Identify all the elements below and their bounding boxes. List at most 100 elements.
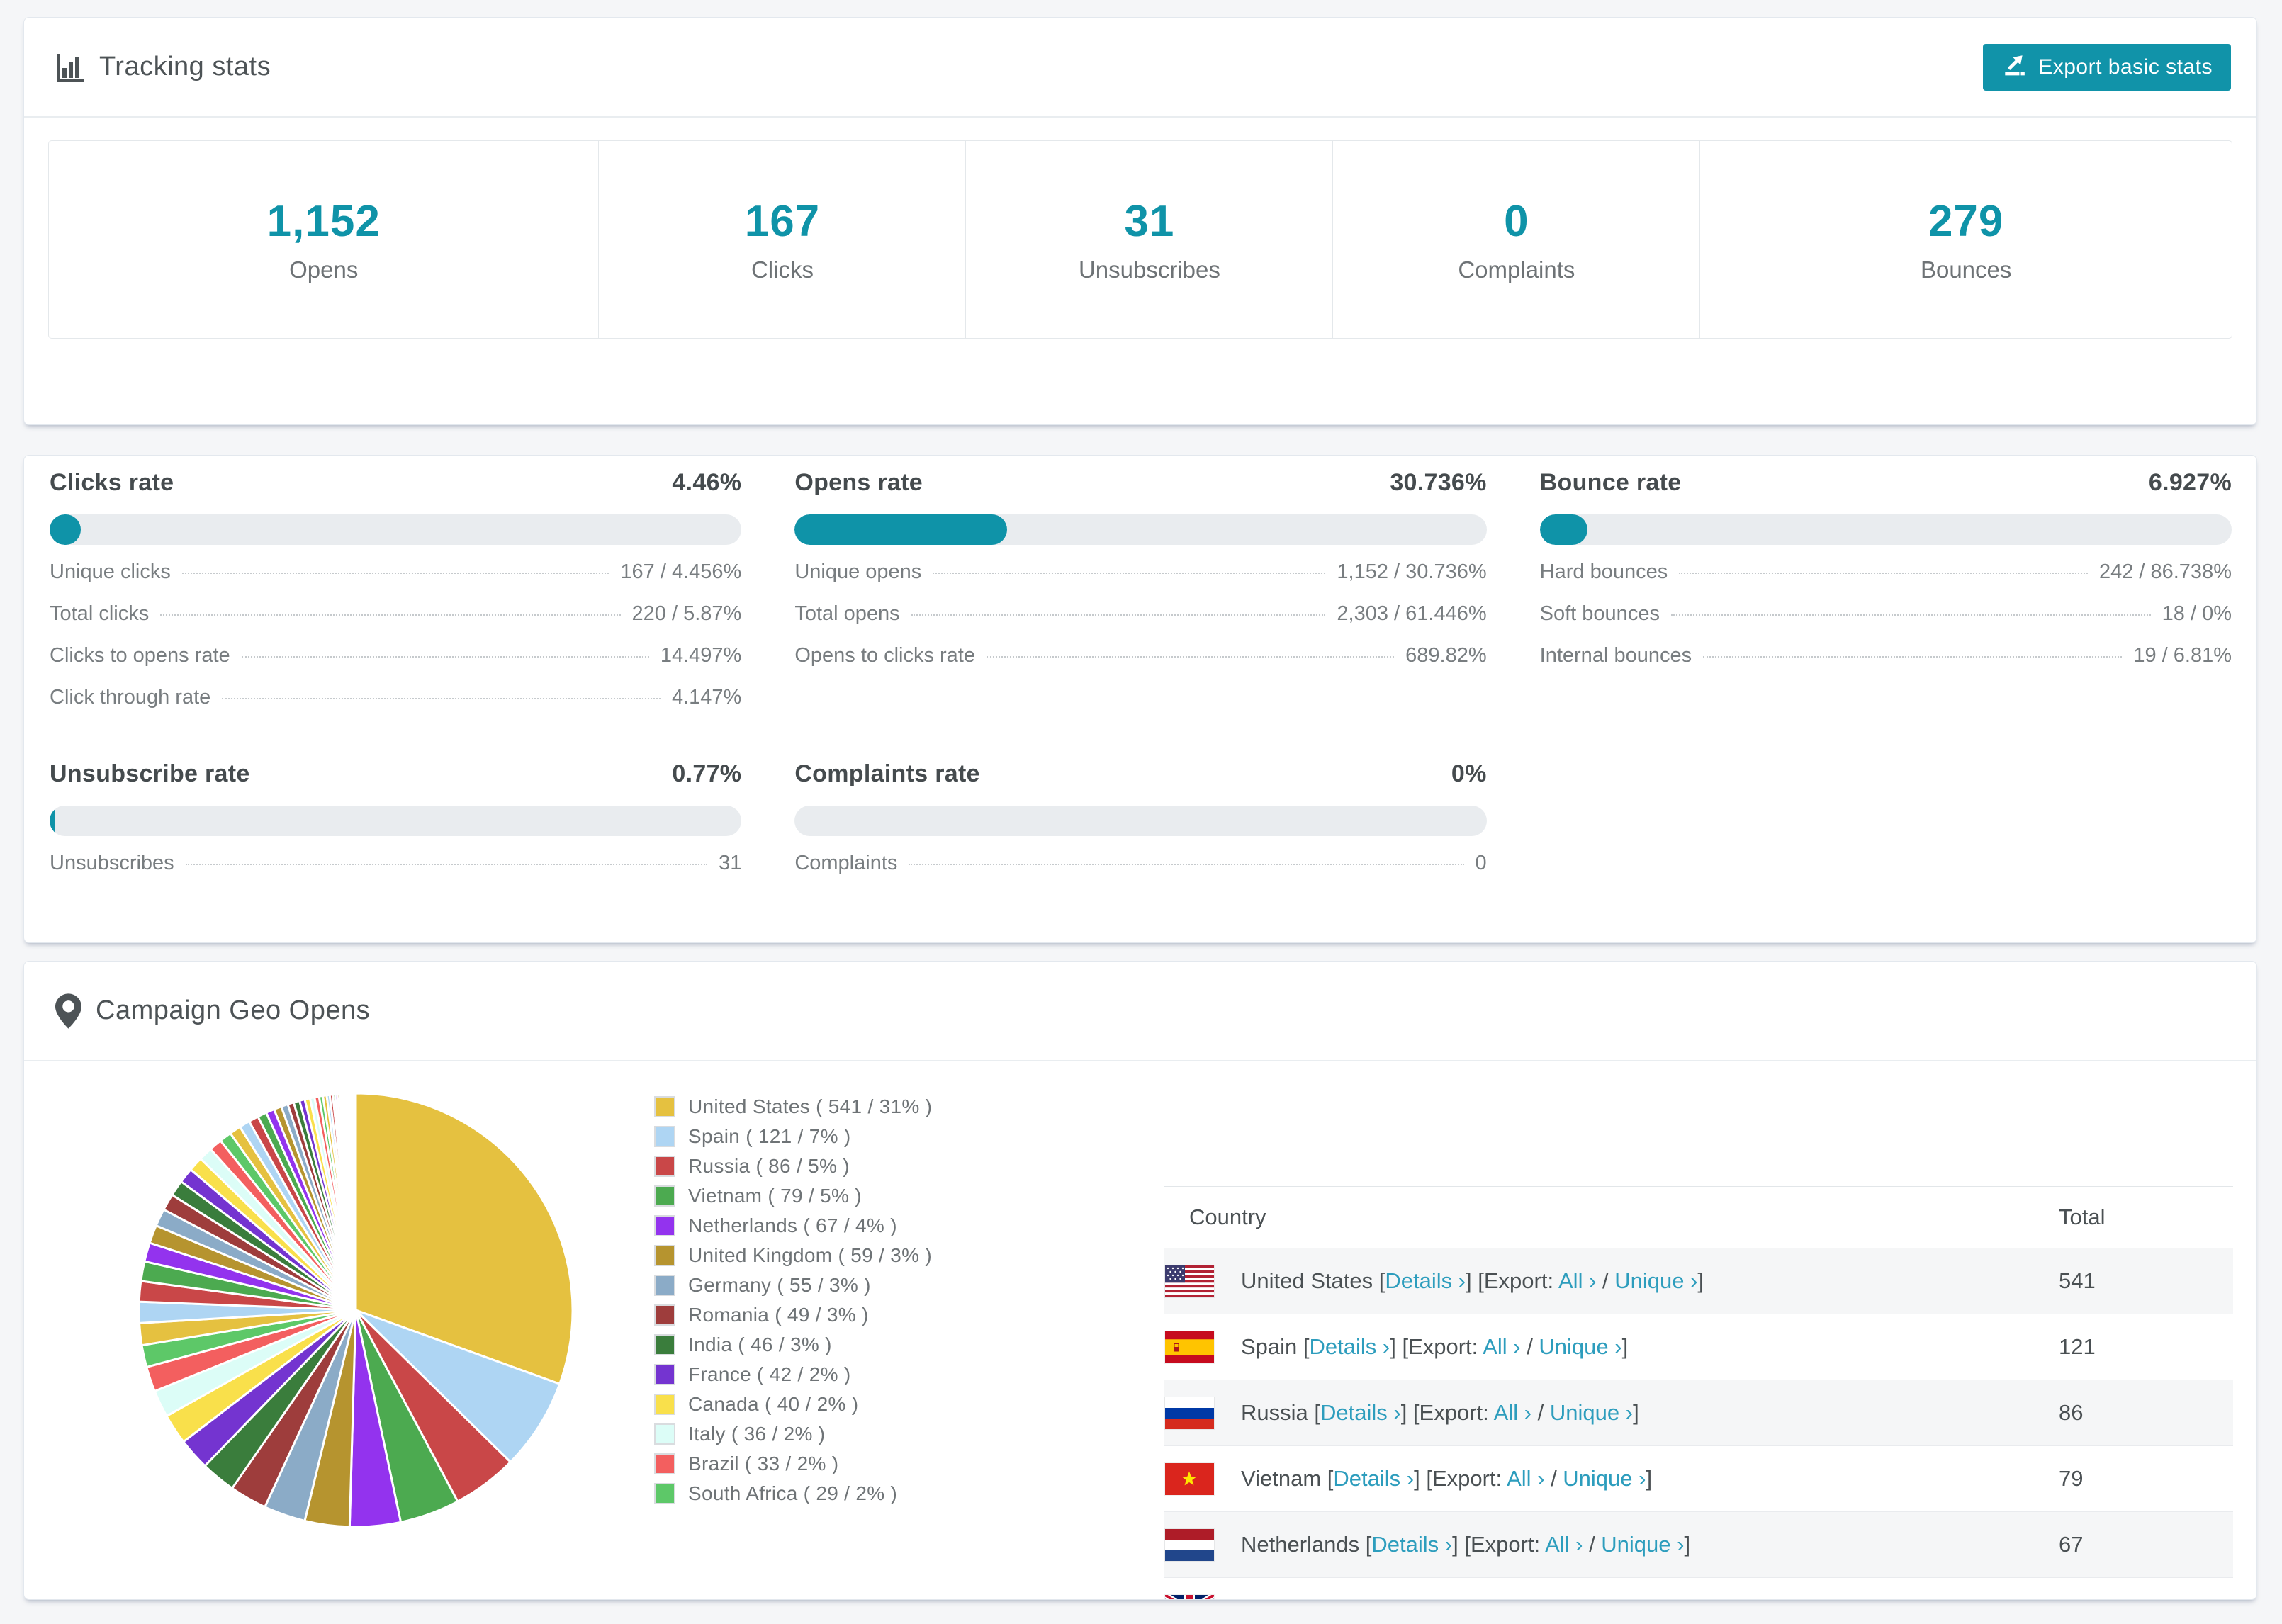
flag-ru-icon (1164, 1396, 1215, 1430)
campaign-geo-opens-card: Campaign Geo Opens United States ( 541 /… (23, 961, 2257, 1600)
export-label: ] [Export: (1490, 1598, 1583, 1599)
bracket-open: [ (1403, 1598, 1410, 1599)
tracking-stats-header: Tracking stats Export basic stats (24, 18, 2256, 118)
map-marker-icon (55, 993, 82, 1029)
geo-header: Campaign Geo Opens (24, 962, 2256, 1061)
geo-row-text: United States [Details ›] [Export: All ›… (1241, 1268, 1704, 1294)
export-unique-link[interactable]: Unique › (1601, 1532, 1684, 1557)
legend-label: Netherlands ( 67 / 4% ) (688, 1214, 897, 1236)
geo-opens-pie-chart (135, 1089, 577, 1531)
rate-title: Complaints rate (794, 760, 980, 787)
tracking-stats-card: Tracking stats Export basic stats 1,152 O… (23, 17, 2257, 425)
rate-head: Bounce rate 6.927% (1540, 469, 2232, 497)
geo-body: United States ( 541 / 31% ) Spain ( 121 /… (24, 1061, 2256, 1599)
rate-row-label: Unsubscribes (50, 852, 174, 874)
rate-row-value: 167 / 4.456% (620, 560, 742, 583)
dotted-leader (986, 656, 1395, 658)
stat-value: 31 (1124, 196, 1175, 246)
rate-head: Unsubscribe rate 0.77% (50, 760, 741, 789)
export-all-link[interactable]: All › (1483, 1334, 1520, 1359)
rate-row: Unique clicks 167 / 4.456% (50, 560, 741, 602)
stat-label: Complaints (1458, 256, 1575, 283)
export-unique-link[interactable]: Unique › (1639, 1598, 1722, 1599)
rate-row-value: 14.497% (660, 644, 742, 667)
rate-row-value: 1,152 / 30.736% (1337, 560, 1487, 583)
legend-item-united-states: United States ( 541 / 31% ) (654, 1092, 932, 1122)
details-link[interactable]: Details › (1410, 1598, 1490, 1599)
dotted-leader (241, 656, 649, 658)
rate-progress-fill (50, 806, 55, 836)
geo-table-header: Country Total (1164, 1187, 2233, 1248)
export-unique-link[interactable]: Unique › (1563, 1466, 1646, 1491)
export-unique-link[interactable]: Unique › (1614, 1268, 1697, 1293)
rate-block-opens-rate: Opens rate 30.736% Unique opens 1,152 / 30.… (794, 469, 1487, 728)
export-unique-link[interactable]: Unique › (1539, 1334, 1621, 1359)
bracket-close: ] (1646, 1466, 1653, 1491)
export-all-link[interactable]: All › (1507, 1466, 1544, 1491)
rate-head: Complaints rate 0% (794, 760, 1486, 789)
geo-legend: United States ( 541 / 31% ) Spain ( 121 /… (654, 1092, 932, 1509)
rate-row: Opens to clicks rate 689.82% (794, 644, 1486, 686)
rate-row-value: 0 (1475, 852, 1487, 874)
geo-row-text: Russia [Details ›] [Export: All › / Uniq… (1241, 1400, 1639, 1426)
bar-chart-icon (55, 52, 85, 82)
legend-swatch (654, 1275, 675, 1296)
flag-nl-icon (1164, 1528, 1215, 1562)
legend-item-spain: Spain ( 121 / 7% ) (654, 1122, 932, 1151)
rate-block-clicks-rate: Clicks rate 4.46% Unique clicks 167 / 4.456… (50, 469, 742, 728)
rate-row-value: 4.147% (671, 686, 742, 709)
export-all-link[interactable]: All › (1583, 1598, 1620, 1599)
rate-row: Soft bounces 18 / 0% (1540, 602, 2232, 644)
rate-row: Unique opens 1,152 / 30.736% (794, 560, 1486, 602)
geo-row-text: Spain [Details ›] [Export: All › / Uniqu… (1241, 1334, 1628, 1360)
rate-title: Unsubscribe rate (50, 760, 250, 787)
export-unique-link[interactable]: Unique › (1550, 1400, 1633, 1425)
rate-head: Opens rate 30.736% (794, 469, 1486, 497)
export-label: ] [Export: (1466, 1268, 1558, 1293)
rate-title: Clicks rate (50, 469, 174, 496)
rate-row: Internal bounces 19 / 6.81% (1540, 644, 2232, 686)
legend-item-vietnam: Vietnam ( 79 / 5% ) (654, 1181, 932, 1211)
rate-row-value: 31 (719, 852, 742, 874)
export-all-link[interactable]: All › (1545, 1532, 1583, 1557)
details-link[interactable]: Details › (1371, 1532, 1452, 1557)
stat-value: 0 (1504, 196, 1529, 246)
rate-value: 0.77% (672, 760, 742, 787)
rate-title: Bounce rate (1539, 469, 1682, 496)
export-basic-stats-button[interactable]: Export basic stats (1983, 43, 2231, 91)
rate-row: Total opens 2,303 / 61.446% (794, 602, 1486, 644)
bracket-open: [ (1303, 1334, 1310, 1359)
rate-block-unsubscribe-rate: Unsubscribe rate 0.77% Unsubscribes 31 (50, 760, 742, 893)
geo-table-col-total: Total (2059, 1205, 2106, 1229)
tracking-stats-title-text: Tracking stats (99, 52, 271, 81)
details-link[interactable]: Details › (1310, 1334, 1390, 1359)
bracket-close: ] (1633, 1400, 1639, 1425)
stat-label: Unsubscribes (1078, 256, 1220, 283)
stat-box-complaints: 0 Complaints (1332, 141, 1699, 338)
legend-item-canada: Canada ( 40 / 2% ) (654, 1389, 932, 1419)
flag-es-icon (1164, 1330, 1215, 1364)
geo-row-country-cell: United States [Details ›] [Export: All ›… (1164, 1264, 2059, 1298)
details-link[interactable]: Details › (1333, 1466, 1414, 1491)
dotted-leader (1679, 573, 2088, 574)
export-button-label: Export basic stats (2038, 55, 2213, 79)
export-label: ] [Export: (1400, 1400, 1494, 1425)
link-slash: / (1531, 1400, 1550, 1425)
legend-item-india: India ( 46 / 3% ) (654, 1330, 932, 1360)
legend-item-russia: Russia ( 86 / 5% ) (654, 1151, 932, 1181)
rate-progress-bar (794, 514, 1487, 545)
geo-table-body: United States [Details ›] [Export: All ›… (1164, 1248, 2233, 1599)
link-slash: / (1621, 1598, 1639, 1599)
rate-row-value: 18 / 0% (2162, 602, 2232, 625)
rate-progress-bar (50, 806, 742, 836)
flag-gb-icon (1164, 1594, 1215, 1599)
country-name: Russia (1241, 1400, 1315, 1425)
export-all-link[interactable]: All › (1494, 1400, 1531, 1425)
details-link[interactable]: Details › (1320, 1400, 1401, 1425)
details-link[interactable]: Details › (1385, 1268, 1466, 1293)
rate-progress-fill (794, 514, 1008, 545)
flag-vn-icon (1164, 1462, 1215, 1496)
country-name: United Kingdom (1241, 1598, 1403, 1599)
export-all-link[interactable]: All › (1558, 1268, 1596, 1293)
rate-row-label: Opens to clicks rate (794, 644, 975, 667)
